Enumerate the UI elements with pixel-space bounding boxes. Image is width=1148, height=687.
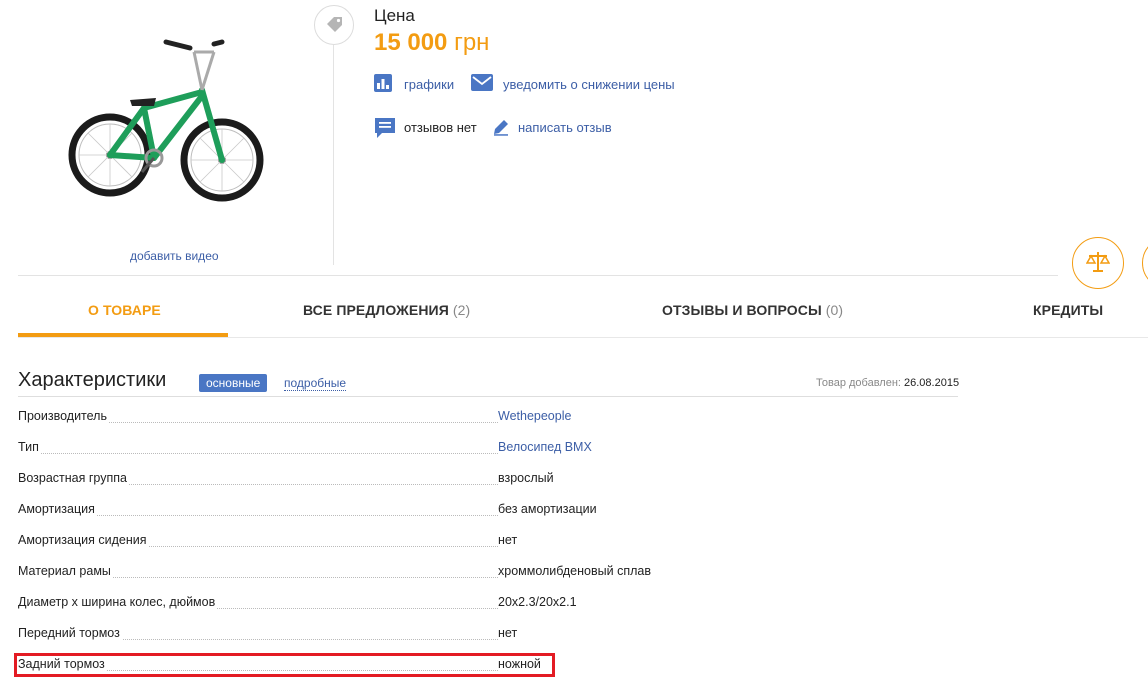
spec-value: взрослый [498,471,554,485]
spec-value: хроммолибденовый сплав [498,564,651,578]
spec-value: нет [498,533,518,547]
specs-detailed-toggle[interactable]: подробные [284,376,347,391]
spec-row: Передний тормоз нет [18,626,958,646]
spec-row: Тип Велосипед BMX [18,440,958,460]
spec-row: Амортизация сидения нет [18,533,958,553]
specs-basic-toggle[interactable]: основные [199,374,268,392]
tab-credits[interactable]: КРЕДИТЫ [1033,302,1103,318]
spec-row: Возрастная группа взрослый [18,471,958,491]
added-label: Товар добавлен: [816,377,901,389]
spec-name: Амортизация сидения [18,533,149,547]
spec-value: без амортизации [498,502,597,516]
spec-name: Тип [18,440,41,454]
product-image[interactable] [62,30,272,215]
write-review-link[interactable]: написать отзыв [518,120,612,135]
favorite-button[interactable] [1142,237,1148,289]
tab-about-product[interactable]: О ТОВАРЕ [88,302,161,318]
tab-count: (0) [825,302,844,318]
divider [333,45,334,265]
spec-value-link[interactable]: Wethepeople [498,409,571,423]
spec-row: Производитель Wethepeople [18,409,958,429]
reviews-status: отзывов нет [404,120,477,135]
divider [18,396,958,397]
divider [18,275,1058,276]
scales-icon [1086,252,1110,272]
tab-label: ВСЕ ПРЕДЛОЖЕНИЯ [303,302,449,318]
price-tag-icon [314,5,354,45]
compare-button[interactable] [1072,237,1124,289]
price-label: Цена [374,6,415,25]
spec-name: Материал рамы [18,564,113,578]
price-value: 15 000 грн [374,29,489,57]
spec-row: Амортизация без амортизации [18,502,958,522]
charts-link[interactable]: графики [404,77,454,92]
comment-icon [374,117,396,144]
spec-value: 20x2.3/20x2.1 [498,595,577,609]
tab-label: КРЕДИТЫ [1033,302,1104,318]
tab-all-offers[interactable]: ВСЕ ПРЕДЛОЖЕНИЯ (2) [303,302,470,318]
envelope-icon[interactable] [471,74,493,96]
spec-value: нет [498,626,518,640]
spec-row: Материал рамы хроммолибденовый сплав [18,564,958,584]
bar-chart-icon[interactable] [374,74,392,97]
highlight-box [14,653,555,677]
added-date-value: 26.08.2015 [904,377,960,389]
price-amount: 15 000 [374,29,448,56]
spec-name: Амортизация [18,502,97,516]
specs-title: Характеристики [18,369,167,391]
spec-name: Возрастная группа [18,471,129,485]
divider [18,337,1148,338]
tab-label: О ТОВАРЕ [88,302,161,318]
notify-price-drop-link[interactable]: уведомить о снижении цены [503,77,675,92]
spec-value-link[interactable]: Велосипед BMX [498,440,592,454]
add-video-link[interactable]: добавить видео [130,249,219,263]
spec-name: Передний тормоз [18,626,122,640]
spec-name: Диаметр x ширина колес, дюймов [18,595,218,609]
spec-row: Диаметр x ширина колес, дюймов 20x2.3/20… [18,595,958,615]
tab-label: ОТЗЫВЫ И ВОПРОСЫ [662,302,822,318]
tab-reviews-questions[interactable]: ОТЗЫВЫ И ВОПРОСЫ (0) [662,302,843,318]
tab-count: (2) [452,302,471,318]
pencil-icon[interactable] [492,118,510,141]
added-date: Товар добавлен: 26.08.2015 [816,377,959,389]
price-currency: грн [454,29,490,56]
spec-name: Производитель [18,409,109,423]
